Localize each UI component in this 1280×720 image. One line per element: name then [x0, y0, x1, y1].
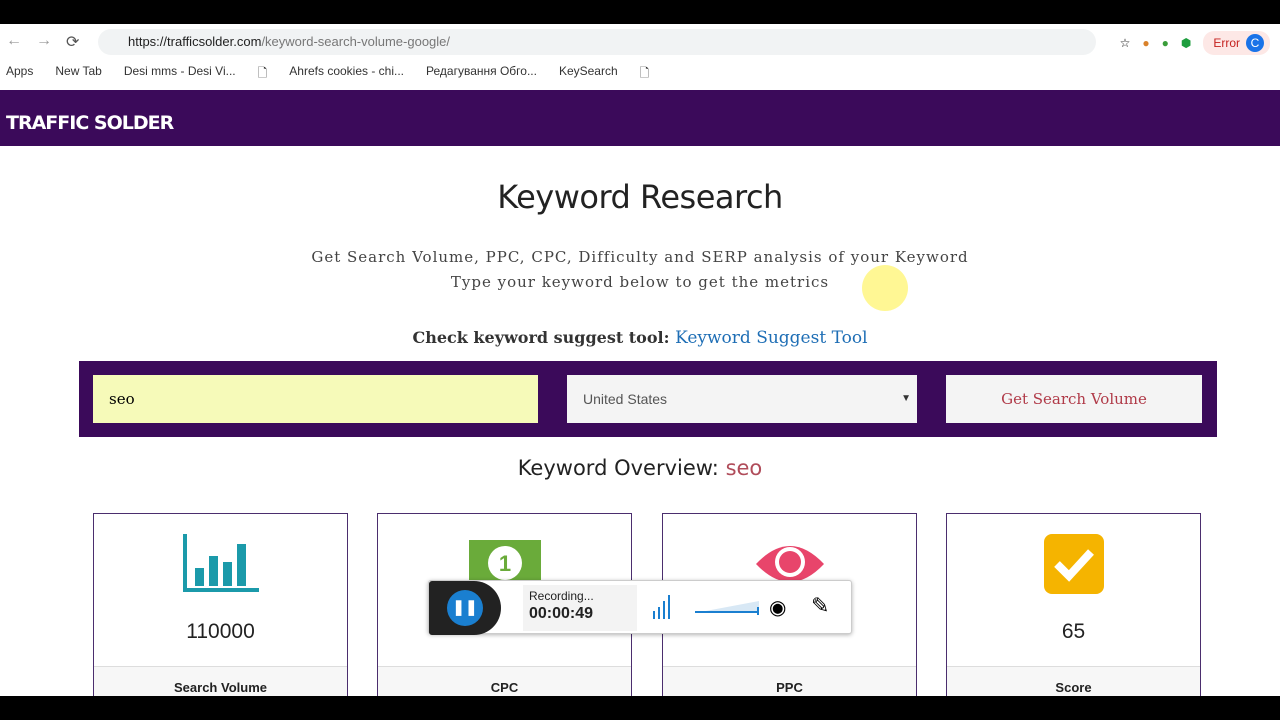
bookmark[interactable]: 🗋: [258, 64, 268, 85]
subtitle: Get Search Volume, PPC, CPC, Difficulty …: [311, 248, 969, 266]
avatar: C: [1246, 34, 1264, 52]
bookmark[interactable]: Ahrefs cookies - chi...: [289, 64, 404, 85]
keyword-suggest-link[interactable]: Keyword Suggest Tool: [675, 328, 867, 348]
bookmark[interactable]: New Tab: [55, 64, 101, 85]
dropdown-arrow-icon: ▼: [901, 393, 911, 404]
page-title: Keyword Research: [497, 178, 783, 216]
extension-icon[interactable]: ●: [1162, 36, 1169, 50]
bookmark-apps[interactable]: Apps: [6, 64, 33, 85]
pencil-icon[interactable]: ✎: [811, 593, 829, 619]
bookmarks-bar: Apps New Tab Desi mms - Desi Vi... 🗋 Ahr…: [6, 64, 649, 85]
checkbox-icon: [1043, 534, 1104, 594]
cookie-extension-icon[interactable]: ●: [1142, 36, 1149, 50]
address-bar[interactable]: https://trafficsolder.com/keyword-search…: [98, 29, 1096, 55]
error-profile-button[interactable]: Error C: [1203, 31, 1270, 55]
keyword-overview-heading: Keyword Overview: seo: [517, 456, 763, 480]
search-form: United States▼ Get Search Volume: [79, 361, 1217, 437]
forward-icon[interactable]: →: [36, 32, 52, 52]
browser-chrome: ← → ⟳ https://trafficsolder.com/keyword-…: [0, 24, 1280, 90]
extensions: ☆ ● ● ⬢ Error C: [1120, 31, 1270, 55]
star-icon[interactable]: ☆: [1120, 36, 1131, 50]
audio-level-icon[interactable]: [653, 595, 673, 619]
shield-extension-icon[interactable]: ⬢: [1181, 36, 1191, 50]
pause-button[interactable]: ❚❚: [447, 590, 483, 626]
subtitle: Type your keyword below to get the metri…: [450, 273, 830, 291]
bookmark[interactable]: 🗋: [640, 64, 650, 85]
webcam-icon[interactable]: ◉: [769, 595, 786, 620]
get-search-volume-button[interactable]: Get Search Volume: [946, 375, 1202, 423]
score-card: 65 Score: [946, 513, 1201, 696]
bookmark[interactable]: Редагування Обго...: [426, 64, 537, 85]
bookmark[interactable]: KeySearch: [559, 64, 618, 85]
reload-icon[interactable]: ⟳: [66, 32, 79, 52]
bar-chart-icon: [182, 534, 259, 592]
volume-slider[interactable]: [695, 599, 761, 615]
screen-recorder-toolbar: ❚❚ Recording... 00:00:49 ◉ ✎: [428, 580, 852, 635]
site-logo[interactable]: TRAFFIC SOLDER: [0, 90, 1280, 146]
search-volume-card: 110000 Search Volume: [93, 513, 348, 696]
country-select[interactable]: United States ▼: [567, 375, 917, 423]
back-icon[interactable]: ←: [6, 32, 22, 52]
bookmark[interactable]: Desi mms - Desi Vi...: [124, 64, 236, 85]
suggest-tool-line: Check keyword suggest tool: Keyword Sugg…: [412, 328, 868, 348]
svg-text:1: 1: [498, 551, 510, 576]
keyword-input[interactable]: [93, 375, 538, 423]
mouse-cursor-highlight: [862, 265, 908, 311]
